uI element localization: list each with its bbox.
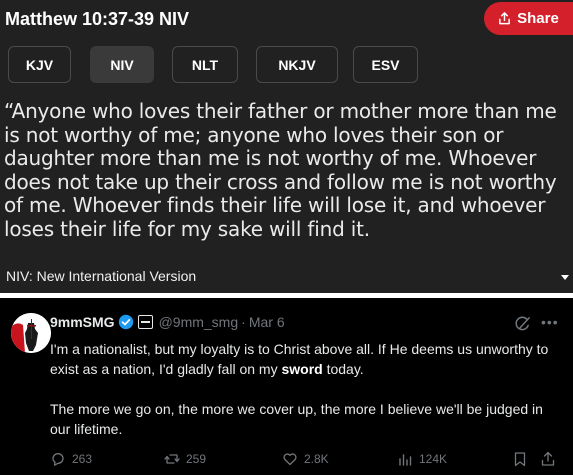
repost-icon <box>164 454 180 464</box>
display-name[interactable]: 9mmSMG <box>50 314 115 330</box>
avatar[interactable] <box>11 313 51 353</box>
verse-reference-title: Matthew 10:37-39 NIV <box>5 9 190 29</box>
share-icon <box>541 451 555 466</box>
views-button[interactable]: 124K <box>397 451 447 467</box>
version-button-nlt[interactable]: NLT <box>172 46 238 83</box>
bible-verse-panel: Matthew 10:37-39 NIV Share KJV NIV NLT N… <box>0 0 573 293</box>
views-count: 124K <box>419 452 448 466</box>
verified-icon <box>118 314 133 330</box>
avatar-image <box>11 313 51 353</box>
share-post-button[interactable] <box>540 451 556 467</box>
like-icon <box>283 453 297 466</box>
tweet-card: 9mmSMG @9mm_smg · Mar 6 ••• I'm a nation… <box>0 298 573 475</box>
reply-count: 263 <box>72 452 93 466</box>
tweet-text: I'm a nationalist, but my loyalty is to … <box>50 339 550 459</box>
version-button-nkjv[interactable]: NKJV <box>256 46 338 83</box>
verse-text: “Anyone who loves their father or mother… <box>4 99 557 241</box>
share-button[interactable]: Share <box>484 2 573 35</box>
version-button-niv[interactable]: NIV <box>90 46 154 83</box>
tweet-header: 9mmSMG @9mm_smg · Mar 6 <box>50 314 285 330</box>
version-dropdown-caret-icon[interactable] <box>561 275 569 280</box>
tweet-paragraph-1: I'm a nationalist, but my loyalty is to … <box>50 341 549 377</box>
repost-count: 259 <box>186 452 207 466</box>
post-date[interactable]: Mar 6 <box>249 314 285 330</box>
user-handle[interactable]: @9mm_smg <box>159 314 239 330</box>
like-button[interactable]: 2.8K <box>282 451 329 467</box>
grok-icon[interactable] <box>514 315 531 332</box>
share-upload-icon <box>499 12 511 25</box>
flag-icon <box>137 315 153 329</box>
like-count: 2.8K <box>304 452 329 466</box>
tweet-paragraph-2: The more we go on, the more we cover up,… <box>50 401 543 437</box>
tweet-actions: 263 259 2.8K 124K <box>0 451 573 471</box>
reply-icon <box>52 453 64 466</box>
version-name: NIV: New International Version <box>6 268 197 284</box>
views-icon <box>399 454 412 466</box>
version-button-esv[interactable]: ESV <box>353 46 418 83</box>
more-icon[interactable]: ••• <box>541 314 559 330</box>
bookmark-icon <box>514 452 526 467</box>
share-button-label: Share <box>517 10 559 27</box>
bookmark-button[interactable] <box>512 451 528 467</box>
version-button-kjv[interactable]: KJV <box>8 46 71 83</box>
repost-button[interactable]: 259 <box>164 451 206 467</box>
reply-button[interactable]: 263 <box>50 451 92 467</box>
separator-dot: · <box>241 314 246 330</box>
bold-word: sword <box>281 361 323 377</box>
